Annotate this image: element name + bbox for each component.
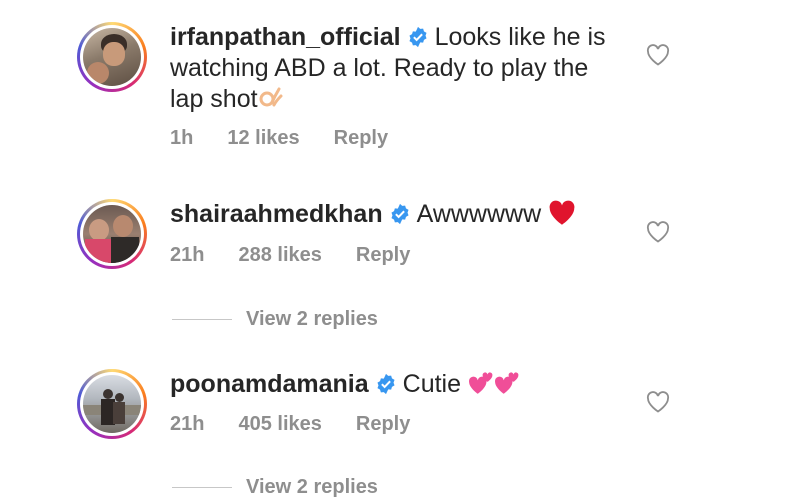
reply-button[interactable]: Reply xyxy=(334,127,388,149)
like-heart-icon[interactable] xyxy=(646,44,670,66)
view-replies-label[interactable]: View 2 replies xyxy=(246,476,378,498)
reply-button[interactable]: Reply xyxy=(356,413,410,435)
ok-hand-emoji xyxy=(258,85,284,119)
comment-body: poonamdamania Cutie xyxy=(170,369,610,404)
comment-text: Cutie xyxy=(402,370,462,398)
comment-likes[interactable]: 405 likes xyxy=(238,413,321,435)
comment-username[interactable]: irfanpathan_official xyxy=(170,23,401,51)
comment-body: shairaahmedkhan Awwwwww xyxy=(170,199,610,234)
view-replies-button[interactable]: View 2 replies xyxy=(172,308,378,331)
view-replies-label[interactable]: View 2 replies xyxy=(246,308,378,330)
avatar[interactable] xyxy=(77,22,147,92)
comment-time: 21h xyxy=(170,244,205,266)
like-heart-icon[interactable] xyxy=(646,391,670,413)
comment-body: irfanpathan_official Looks like he is wat… xyxy=(170,22,610,119)
comment-username[interactable]: poonamdamania xyxy=(170,370,369,398)
comment-text: Awwwwww xyxy=(416,200,542,228)
comment-time: 1h xyxy=(170,127,194,149)
red-heart-emoji xyxy=(548,200,576,234)
comment-meta: 21h 288 likes Reply xyxy=(170,244,444,267)
comment-time: 21h xyxy=(170,413,205,435)
avatar[interactable] xyxy=(77,199,147,269)
two-hearts-emoji xyxy=(468,372,494,404)
comment-likes[interactable]: 288 likes xyxy=(238,244,321,266)
two-hearts-emoji xyxy=(494,372,520,404)
like-heart-icon[interactable] xyxy=(646,221,670,243)
divider xyxy=(172,487,232,489)
view-replies-button[interactable]: View 2 replies xyxy=(172,476,378,499)
verified-badge-icon xyxy=(377,373,395,395)
comment-username[interactable]: shairaahmedkhan xyxy=(170,200,383,228)
avatar[interactable] xyxy=(77,369,147,439)
comment-likes[interactable]: 12 likes xyxy=(227,127,299,149)
verified-badge-icon xyxy=(391,203,409,225)
comment-meta: 21h 405 likes Reply xyxy=(170,413,444,436)
verified-badge-icon xyxy=(409,26,427,48)
reply-button[interactable]: Reply xyxy=(356,244,410,266)
divider xyxy=(172,319,232,321)
comment-meta: 1h 12 likes Reply xyxy=(170,127,422,150)
